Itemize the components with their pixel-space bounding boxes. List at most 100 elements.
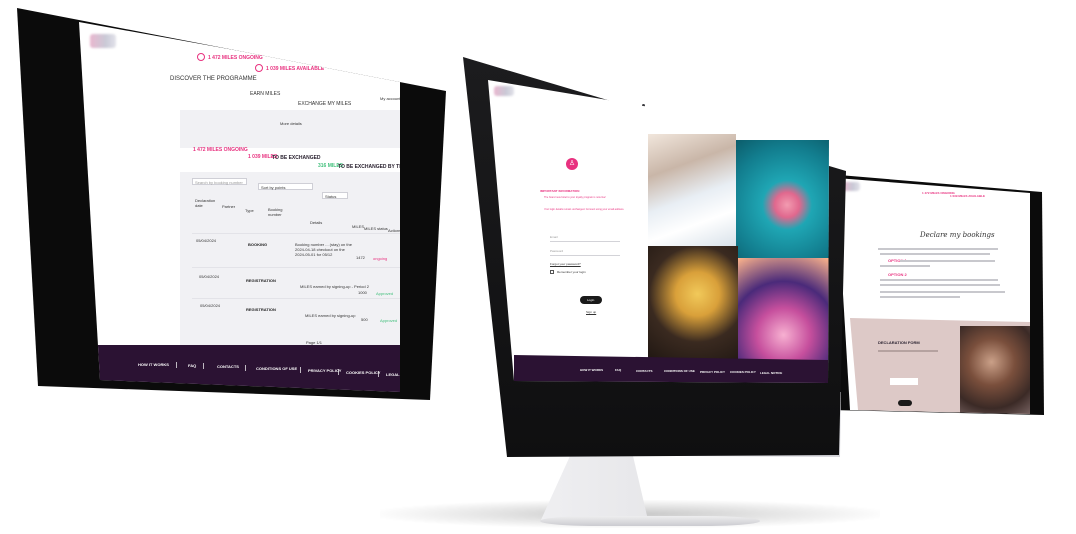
brand-logo	[494, 86, 514, 96]
snow-photo	[648, 134, 736, 246]
text-line	[880, 279, 998, 281]
col-details: Details	[310, 220, 323, 225]
row-miles: 1000	[358, 290, 367, 295]
row-details: MILES earned by signing-up - Period 2	[300, 284, 369, 289]
row-status: Approved	[376, 291, 394, 296]
search-input-placeholder: Search by booking number	[195, 180, 243, 185]
text-line	[900, 260, 995, 262]
footer-separator	[338, 369, 339, 375]
nav-earn-miles[interactable]: EARN MILES	[250, 91, 280, 97]
summary-exchange-label: TO BE EXCHANGED	[272, 155, 321, 161]
row-type: REGISTRATION	[246, 278, 276, 283]
footer-contacts[interactable]: CONTACTS	[217, 364, 239, 369]
footer-separator	[176, 362, 177, 368]
option-2-label: OPTION 2	[888, 272, 907, 277]
sort-select-value: Sort by points	[261, 185, 286, 190]
col-declaration-date: Declaration date	[195, 198, 216, 208]
row-type: REGISTRATION	[246, 307, 276, 312]
center-footer-how-it-works[interactable]: HOW IT WORKS	[580, 368, 603, 372]
row-type: BOOKING	[248, 242, 268, 247]
text-line	[880, 265, 930, 267]
footer-cookies[interactable]: COOKIES POLICY	[346, 370, 380, 375]
forgot-password-link[interactable]: Forgot your password?	[550, 262, 581, 266]
row-status: ongoing	[373, 256, 388, 261]
brand-logo	[90, 34, 116, 48]
header-miles-available: 1 039 MILES AVAILABLE	[266, 66, 325, 72]
row-status: Approved	[380, 318, 398, 323]
col-miles: MILES	[352, 224, 365, 229]
signup-link[interactable]: Sign up	[586, 310, 596, 314]
row-miles: 1472	[356, 255, 365, 260]
declaration-form-title: DECLARATION FORM	[878, 340, 920, 345]
important-text-1: The brand new hotel to your loyalty prog…	[544, 196, 606, 199]
text-line	[880, 253, 990, 255]
remember-checkbox[interactable]	[550, 270, 554, 274]
password-placeholder: Password	[550, 249, 564, 253]
email-placeholder: Email	[550, 235, 558, 239]
center-footer-faq[interactable]: FAQ	[615, 368, 621, 372]
row-miles: 500	[361, 317, 368, 322]
password-input[interactable]	[550, 255, 620, 256]
important-text-2: Your login details remain unchanged. Con…	[544, 208, 625, 211]
center-footer-cookies[interactable]: COOKIES POLICY	[730, 370, 756, 374]
more-details-link[interactable]: More details	[280, 121, 302, 126]
col-booking-number: Booking number	[268, 207, 283, 217]
footer-privacy[interactable]: PRIVACY POLICY	[308, 368, 341, 373]
footer-faq[interactable]: FAQ	[188, 363, 196, 368]
important-title: IMPORTANT INFORMATION	[540, 189, 580, 193]
status-select[interactable]: Status	[322, 192, 348, 199]
footer-conditions[interactable]: CONDITIONS OF USE	[256, 366, 297, 371]
col-miles-status: MILES status	[364, 226, 388, 231]
declaration-submit-button[interactable]	[898, 400, 912, 406]
nav-my-account[interactable]: My account	[380, 96, 400, 101]
row-details: MILES earned by signing-up	[305, 313, 356, 318]
nav-discover[interactable]: DISCOVER THE PROGRAMME	[170, 76, 257, 82]
row-date: 05/04/2024	[199, 274, 220, 279]
row-details: Booking number ... (stay) on the 2024-04…	[295, 242, 352, 257]
email-input[interactable]	[550, 241, 620, 242]
remember-label: Remember your login	[557, 270, 586, 274]
text-line	[880, 284, 1000, 286]
table-divider	[192, 298, 400, 299]
status-select-value: Status	[325, 194, 337, 199]
row-date: 05/04/2024	[196, 238, 217, 243]
search-input[interactable]: Search by booking number	[192, 178, 247, 185]
miles-ongoing-icon	[197, 53, 205, 61]
footer-separator	[378, 371, 379, 377]
table-divider	[192, 267, 400, 268]
table-divider	[192, 233, 400, 234]
gift-photo	[648, 246, 738, 366]
woman-photo	[960, 326, 1030, 414]
footer-separator	[245, 365, 246, 371]
footer-separator	[203, 363, 204, 369]
details-panel	[180, 110, 400, 148]
footer-how-it-works[interactable]: HOW IT WORKS	[138, 362, 169, 367]
login-button[interactable]: Login	[580, 296, 602, 304]
right-miles-available: 1 039 MILES AVAILABLE	[950, 194, 985, 198]
pool-photo	[736, 140, 829, 258]
nav-exchange-miles[interactable]: EXCHANGE MY MILES	[298, 101, 351, 107]
sort-select[interactable]: Sort by points	[258, 183, 313, 190]
declaration-input[interactable]	[890, 378, 918, 385]
center-footer-legal[interactable]: LEGAL NOTICE	[760, 371, 782, 375]
flowers-photo	[738, 258, 829, 368]
monitor-stand-base	[540, 516, 760, 526]
user-icon: ♙	[566, 158, 578, 170]
center-footer-privacy[interactable]: PRIVACY POLICY	[700, 370, 725, 374]
text-line	[880, 296, 960, 298]
col-partner: Partner	[222, 204, 236, 209]
summary-ongoing: 1 472 MILES ONGOING	[193, 147, 248, 153]
header-miles-ongoing: 1 472 MILES ONGOING	[208, 55, 263, 61]
center-footer-conditions[interactable]: CONDITIONS OF USE	[664, 369, 695, 373]
text-line	[880, 291, 1005, 293]
miles-available-icon	[255, 64, 263, 72]
center-footer-contacts[interactable]: CONTACTS	[636, 369, 652, 373]
col-type: Type	[245, 208, 254, 213]
footer-separator	[300, 367, 301, 373]
row-date: 05/04/2024	[200, 303, 221, 308]
device-mockup-scene: 1 472 MILES ONGOING 1 039 MILES AVAILABL…	[0, 0, 1076, 534]
login-button-label: Login	[587, 298, 595, 302]
text-line	[878, 350, 938, 352]
text-line	[878, 248, 998, 250]
right-page-title: Declare my bookings	[920, 231, 995, 239]
